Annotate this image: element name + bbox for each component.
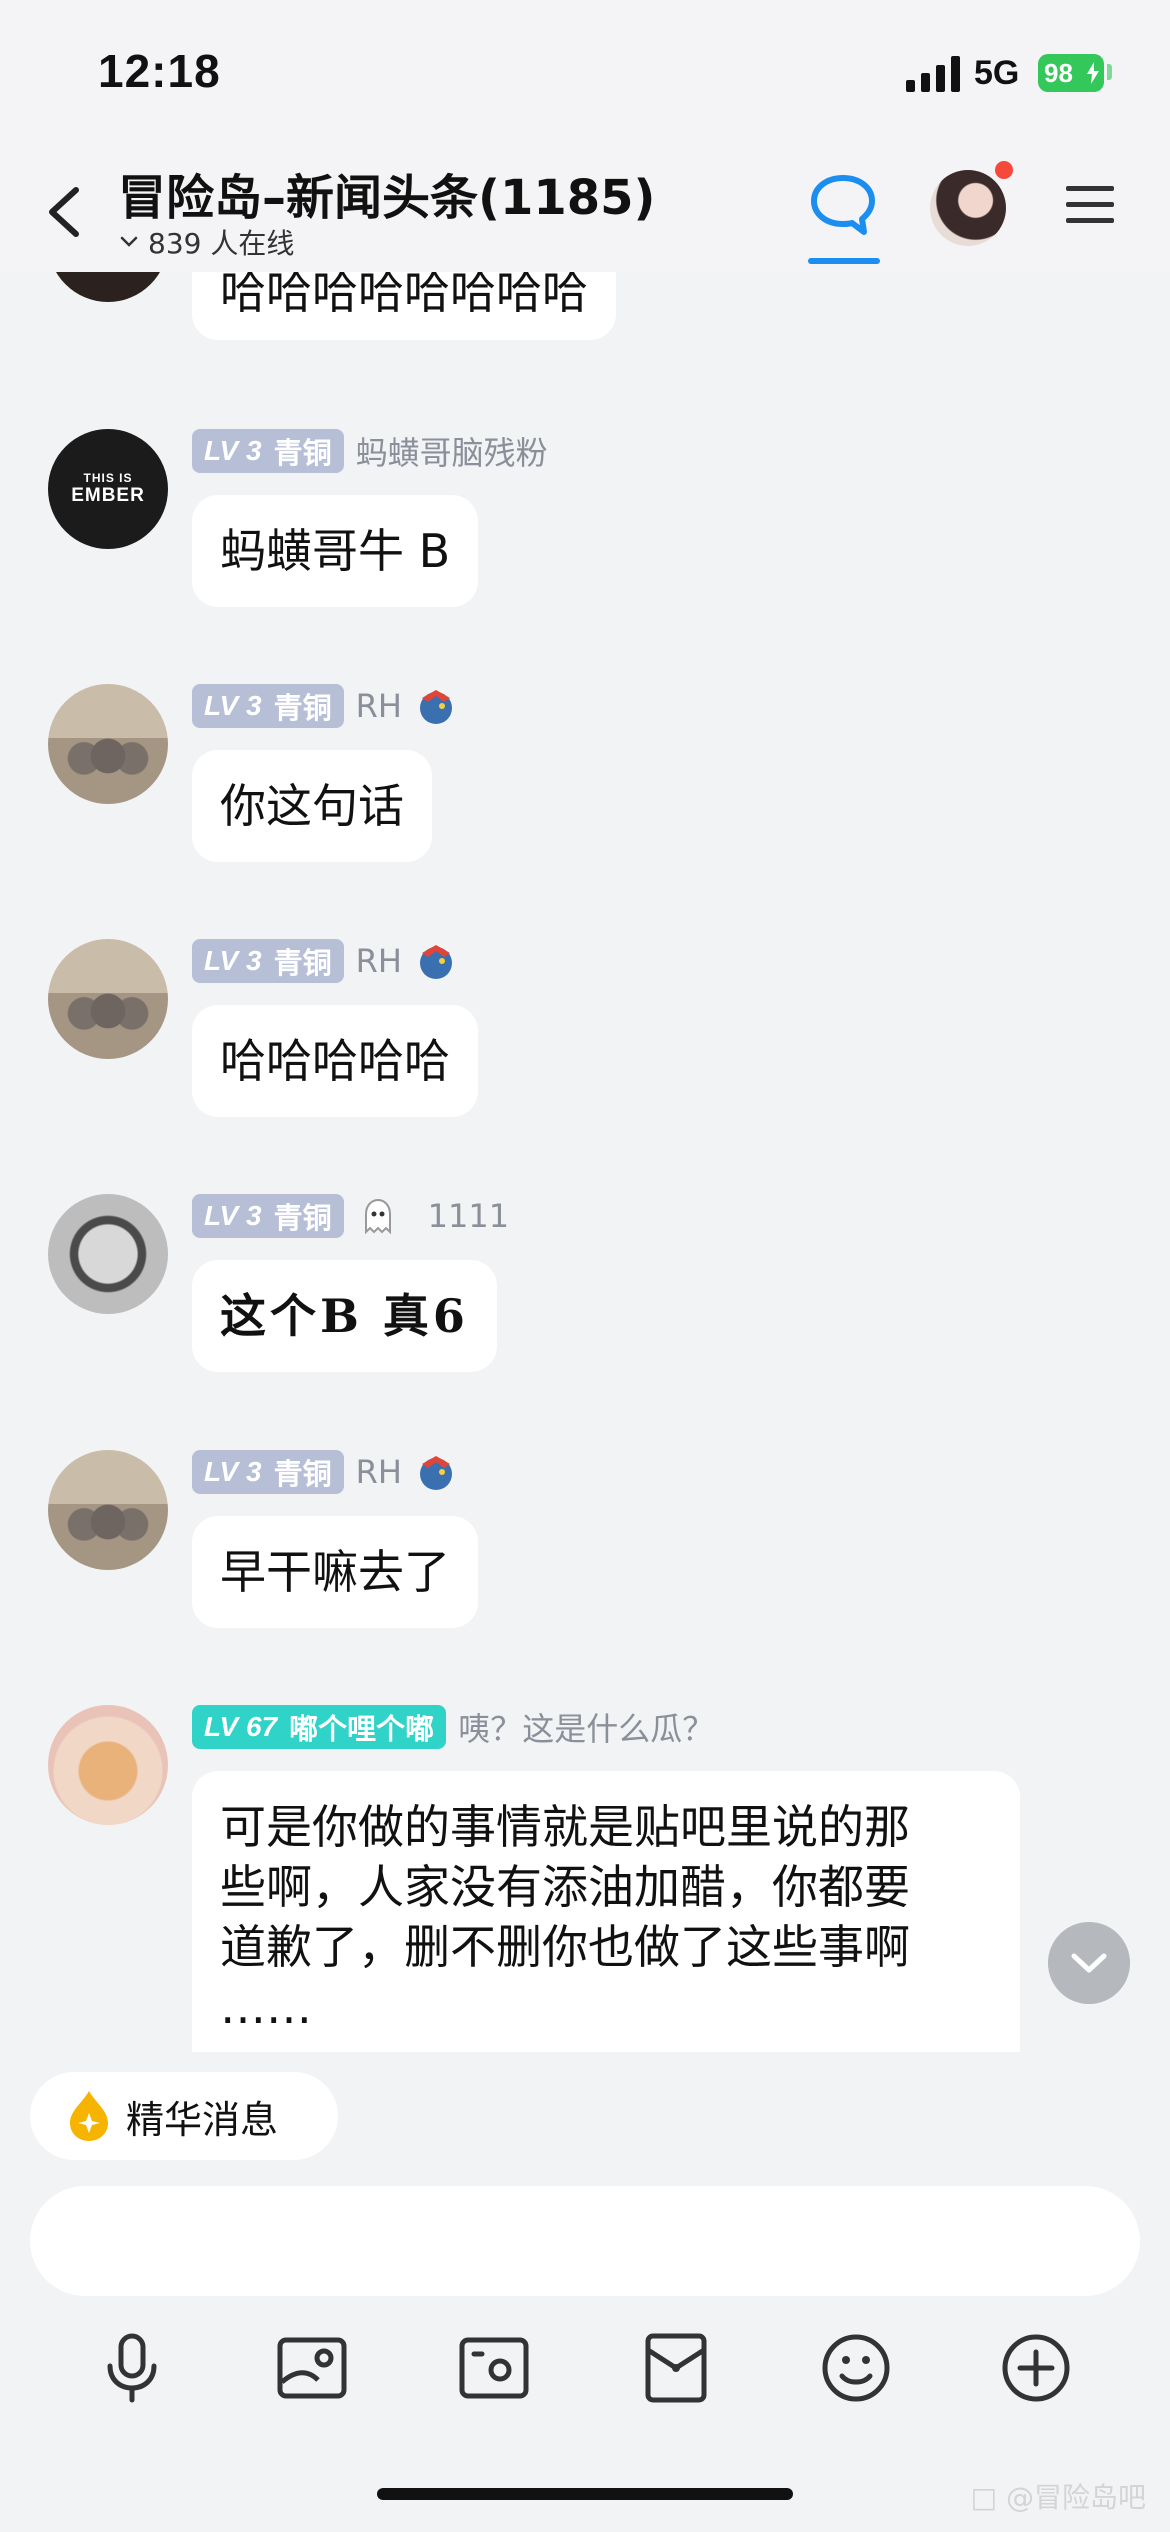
input-toolbar bbox=[0, 2316, 1170, 2416]
menu-icon[interactable] bbox=[1064, 180, 1116, 230]
message-text-line: 道歉了，删不删你也做了这些事啊 bbox=[220, 1920, 910, 1974]
sender-meta: LV 3 青铜 RH bbox=[192, 939, 458, 983]
avatar[interactable] bbox=[48, 684, 168, 804]
status-time: 12:18 bbox=[98, 45, 221, 97]
home-indicator[interactable] bbox=[377, 2488, 793, 2500]
scroll-to-bottom-button[interactable] bbox=[1048, 1922, 1130, 2004]
group-title[interactable]: 冒险岛–新闻头条(1185) bbox=[118, 158, 655, 228]
rank-label: 青铜 bbox=[273, 436, 332, 470]
level-value: LV 67 bbox=[204, 1711, 278, 1742]
sender-meta: LV 3 青铜 RH bbox=[192, 684, 458, 728]
status-bar: 12:18 5G 98 bbox=[0, 0, 1170, 150]
message-text: 早干嘛去了 bbox=[220, 1545, 450, 1599]
chat-header: 冒险岛–新闻头条(1185) 839 人在线 bbox=[0, 150, 1170, 272]
ghost-icon bbox=[364, 1198, 391, 1235]
essence-label: 精华消息 bbox=[126, 2097, 279, 2142]
message-text: 这个B 真6 bbox=[220, 1289, 469, 1343]
message-input[interactable] bbox=[30, 2186, 1140, 2296]
sender-nickname[interactable]: RH bbox=[356, 687, 402, 725]
online-count-label: 839 人在线 bbox=[148, 227, 295, 260]
battery-cap bbox=[1107, 64, 1112, 80]
message-text-line: …… bbox=[220, 1980, 312, 2034]
microphone-icon[interactable] bbox=[94, 2330, 170, 2406]
watermark: □ @冒险岛吧 bbox=[970, 2481, 1146, 2514]
sender-nickname[interactable]: RH bbox=[356, 1453, 402, 1491]
sender-meta: LV 67 嘟个哩个嘟 咦？这是什么瓜？ bbox=[192, 1705, 714, 1749]
sender-nickname[interactable]: 蚂蟥哥脑残粉 bbox=[356, 428, 548, 474]
level-badge: LV 3 青铜 bbox=[192, 1194, 344, 1238]
level-badge: LV 3 青铜 bbox=[192, 1450, 344, 1494]
flame-icon bbox=[70, 2091, 108, 2141]
message-text: 你这句话 bbox=[220, 779, 404, 833]
rank-label: 嘟个哩个嘟 bbox=[289, 1712, 435, 1746]
sender-meta: LV 3 青铜 1111 bbox=[192, 1194, 509, 1238]
message-text-line: 可是你做的事情就是贴吧里说的那 bbox=[220, 1800, 910, 1854]
avatar-text-line: EMBER bbox=[71, 485, 145, 506]
avatar[interactable] bbox=[48, 1450, 168, 1570]
charging-bolt-icon bbox=[1087, 62, 1099, 84]
sender-nickname[interactable]: RH bbox=[356, 942, 402, 980]
sender-meta: LV 3 青铜 RH bbox=[192, 1450, 458, 1494]
level-badge: LV 3 青铜 bbox=[192, 429, 344, 473]
avatar[interactable] bbox=[48, 939, 168, 1059]
level-value: LV 3 bbox=[204, 690, 262, 721]
message-bubble[interactable]: 哈哈哈哈哈哈哈哈 bbox=[192, 272, 616, 340]
notification-dot bbox=[992, 158, 1016, 182]
level-value: LV 3 bbox=[204, 1200, 262, 1231]
message-bubble[interactable]: 你这句话 bbox=[192, 750, 432, 862]
emoji-icon[interactable] bbox=[818, 2330, 894, 2406]
avatar[interactable]: THIS IS EMBER bbox=[48, 429, 168, 549]
level-value: LV 3 bbox=[204, 945, 262, 976]
active-tab-underline bbox=[808, 258, 880, 264]
chat-bubble-icon[interactable] bbox=[808, 170, 878, 240]
message-bubble[interactable]: 蚂蟥哥牛 B bbox=[192, 495, 479, 607]
avatar[interactable] bbox=[48, 1194, 168, 1314]
dragon-icon bbox=[419, 690, 452, 724]
level-badge: LV 3 青铜 bbox=[192, 684, 344, 728]
camera-icon[interactable] bbox=[456, 2330, 532, 2406]
member-avatar[interactable] bbox=[930, 170, 1006, 246]
avatar[interactable] bbox=[48, 272, 168, 302]
plus-icon[interactable] bbox=[998, 2330, 1074, 2406]
sender-meta: LV 3 青铜 蚂蟥哥脑残粉 bbox=[192, 429, 548, 473]
dragon-icon bbox=[419, 1456, 452, 1490]
rank-label: 青铜 bbox=[273, 1457, 332, 1491]
dragon-icon bbox=[419, 945, 452, 979]
rank-label: 青铜 bbox=[273, 691, 332, 725]
battery-indicator: 98 bbox=[1038, 54, 1104, 92]
message-text: 哈哈哈哈哈哈哈哈 bbox=[220, 272, 588, 319]
level-value: LV 3 bbox=[204, 1456, 262, 1487]
level-badge: LV 3 青铜 bbox=[192, 939, 344, 983]
essence-messages-button[interactable]: 精华消息 bbox=[30, 2072, 338, 2160]
rank-label: 青铜 bbox=[273, 946, 332, 980]
message-bubble[interactable]: 可是你做的事情就是贴吧里说的那 些啊，人家没有添油加醋，你都要 道歉了，删不删你… bbox=[192, 1771, 1020, 2052]
image-icon[interactable] bbox=[274, 2330, 350, 2406]
level-value: LV 3 bbox=[204, 435, 262, 466]
battery-level: 98 bbox=[1044, 58, 1073, 88]
chevron-down-icon bbox=[120, 236, 138, 247]
signal-icon bbox=[906, 56, 960, 92]
message-text: 哈哈哈哈哈 bbox=[220, 1034, 450, 1088]
red-packet-icon[interactable] bbox=[638, 2330, 714, 2406]
rank-label: 青铜 bbox=[273, 1201, 332, 1235]
sender-nickname[interactable]: 1111 bbox=[428, 1197, 509, 1235]
level-badge: LV 67 嘟个哩个嘟 bbox=[192, 1705, 447, 1749]
message-text-line: 些啊，人家没有添油加醋，你都要 bbox=[220, 1860, 910, 1914]
message-list[interactable]: 哈哈哈哈哈哈哈哈 THIS IS EMBER LV 3 青铜 蚂蟥哥脑残粉 蚂蟥… bbox=[0, 272, 1170, 2052]
avatar-text-line: THIS IS bbox=[83, 471, 133, 485]
message-text: 蚂蟥哥牛 B bbox=[220, 524, 451, 578]
back-arrow-icon[interactable] bbox=[36, 172, 96, 252]
network-type: 5G bbox=[974, 54, 1020, 92]
message-bubble[interactable]: 哈哈哈哈哈 bbox=[192, 1005, 478, 1117]
online-count[interactable]: 839 人在线 bbox=[118, 222, 294, 262]
avatar[interactable] bbox=[48, 1705, 168, 1825]
message-bubble[interactable]: 早干嘛去了 bbox=[192, 1516, 478, 1628]
message-bubble[interactable]: 这个B 真6 bbox=[192, 1260, 497, 1372]
sender-nickname[interactable]: 咦？这是什么瓜？ bbox=[458, 1704, 714, 1750]
